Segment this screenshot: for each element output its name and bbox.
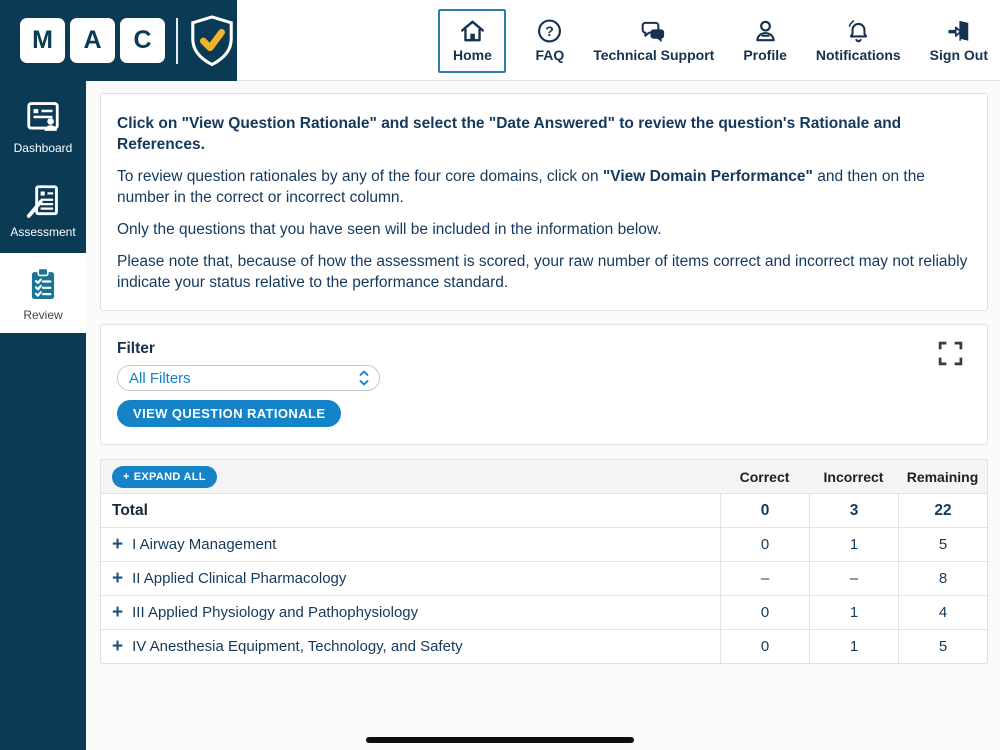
sidebar-item-dashboard-label: Dashboard [13, 140, 73, 155]
domain-name: III Applied Physiology and Pathophysiolo… [132, 604, 419, 621]
domain-performance-table: + EXPAND ALL Correct Incorrect Remaining … [100, 459, 988, 664]
domain-correct: – [720, 562, 809, 595]
table-row[interactable]: + II Applied Clinical Pharmacology – – 8 [101, 561, 987, 595]
plus-icon: + [123, 470, 130, 483]
domain-name: I Airway Management [132, 536, 277, 553]
domain-incorrect: 1 [809, 528, 898, 561]
sidebar-item-assessment-label: Assessment [10, 224, 76, 239]
logo-letter-m: M [20, 18, 65, 63]
nav-technical-support-label: Technical Support [593, 47, 715, 63]
nav-faq[interactable]: ? FAQ [535, 18, 564, 63]
filter-select[interactable]: All Filters [117, 365, 380, 391]
domain-correct: 0 [720, 528, 809, 561]
shield-check-icon [191, 14, 233, 66]
review-clipboard-icon [31, 267, 55, 299]
sidebar-item-dashboard[interactable]: Dashboard [0, 87, 86, 165]
column-header-incorrect: Incorrect [823, 468, 884, 485]
expand-row-plus-icon[interactable]: + [112, 535, 123, 554]
svg-text:?: ? [546, 23, 555, 39]
logo-divider [176, 17, 178, 64]
top-nav: Home ? FAQ Technical Support Profile Not… [438, 0, 988, 81]
domain-remaining: 5 [898, 630, 987, 663]
nav-notifications-label: Notifications [815, 47, 901, 63]
home-icon [460, 20, 484, 42]
expand-row-plus-icon[interactable]: + [112, 637, 123, 656]
domain-name: IV Anesthesia Equipment, Technology, and… [132, 638, 463, 655]
domain-incorrect: 1 [809, 630, 898, 663]
chat-bubbles-icon [641, 21, 665, 43]
domain-correct: 0 [720, 630, 809, 663]
expand-all-label: EXPAND ALL [133, 470, 206, 483]
sidebar-item-assessment[interactable]: Assessment [0, 171, 86, 249]
filter-selected-value: All Filters [129, 369, 191, 387]
table-row[interactable]: + III Applied Physiology and Pathophysiol… [101, 595, 987, 629]
instructions-p2-bold: "View Domain Performance" [602, 168, 813, 185]
instructions-p2-prefix: To review question rationales by any of … [117, 168, 603, 185]
sidebar-item-review[interactable]: Review [0, 253, 86, 333]
person-icon [755, 20, 775, 42]
domain-incorrect: – [809, 562, 898, 595]
question-circle-icon: ? [538, 19, 562, 43]
top-header: M A C Home ? FAQ Technical Support Profi… [0, 0, 1000, 81]
sidebar-item-review-label: Review [23, 307, 63, 322]
sidebar: Dashboard Assessment Review [0, 81, 86, 750]
bell-icon [848, 20, 867, 43]
logo-letter-a: A [70, 18, 115, 63]
total-incorrect: 3 [809, 494, 898, 527]
nav-sign-out[interactable]: Sign Out [930, 18, 988, 63]
instructions-p4: Please note that, because of how the ass… [117, 253, 968, 291]
door-exit-icon [948, 21, 969, 41]
main-content: Click on "View Question Rationale" and s… [86, 81, 1000, 750]
nav-profile-label: Profile [743, 47, 787, 63]
table-header-row: + EXPAND ALL Correct Incorrect Remaining [101, 460, 987, 493]
domain-incorrect: 1 [809, 596, 898, 629]
logo-letters: M A C [20, 18, 165, 63]
select-updown-chevron-icon [359, 370, 369, 386]
instructions-p2: To review question rationales by any of … [117, 166, 971, 208]
assessment-icon [26, 184, 58, 218]
column-header-remaining: Remaining [906, 468, 979, 485]
nav-faq-label: FAQ [535, 47, 565, 63]
mac-logo: M A C [0, 0, 237, 81]
instructions-p1: Click on "View Question Rationale" and s… [117, 115, 902, 153]
instructions-p3: Only the questions that you have seen wi… [117, 221, 662, 238]
expand-all-button[interactable]: + EXPAND ALL [112, 465, 217, 488]
filter-label: Filter [117, 340, 155, 357]
domain-remaining: 8 [898, 562, 987, 595]
expand-row-plus-icon[interactable]: + [112, 603, 123, 622]
nav-technical-support[interactable]: Technical Support [593, 18, 714, 63]
view-question-rationale-button[interactable]: VIEW QUESTION RATIONALE [117, 400, 342, 427]
fullscreen-expand-icon[interactable] [937, 340, 964, 367]
column-header-correct: Correct [739, 468, 790, 485]
nav-home[interactable]: Home [438, 8, 507, 73]
table-row[interactable]: + I Airway Management 0 1 5 [101, 527, 987, 561]
instructions-card: Click on "View Question Rationale" and s… [100, 93, 988, 311]
total-correct: 0 [720, 494, 809, 527]
domain-remaining: 4 [898, 596, 987, 629]
expand-row-plus-icon[interactable]: + [112, 569, 123, 588]
home-indicator-bar[interactable] [366, 737, 634, 743]
table-row-total: Total 0 3 22 [101, 493, 987, 527]
nav-home-label: Home [452, 47, 492, 63]
domain-correct: 0 [720, 596, 809, 629]
table-row[interactable]: + IV Anesthesia Equipment, Technology, an… [101, 629, 987, 663]
domain-name: II Applied Clinical Pharmacology [132, 570, 347, 587]
nav-profile[interactable]: Profile [743, 18, 787, 63]
total-remaining: 22 [898, 494, 987, 527]
nav-sign-out-label: Sign Out [929, 47, 988, 63]
domain-remaining: 5 [898, 528, 987, 561]
nav-notifications[interactable]: Notifications [816, 18, 901, 63]
total-label: Total [112, 501, 148, 519]
filter-card: Filter All Filters VIEW QUESTION RATIONA… [100, 324, 988, 445]
dashboard-icon [27, 101, 59, 131]
logo-letter-c: C [120, 18, 165, 63]
app-window: M A C Home ? FAQ Technical Support Profi… [0, 0, 1000, 750]
